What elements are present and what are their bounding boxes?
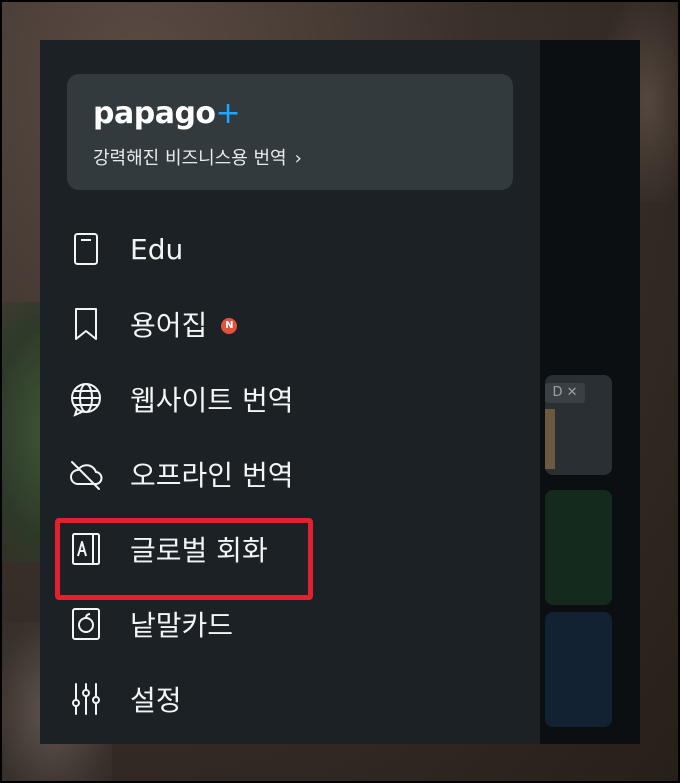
- content-card[interactable]: [545, 490, 612, 605]
- new-badge: N: [221, 318, 238, 334]
- menu-item-word-cards[interactable]: 낱말카드: [68, 600, 508, 648]
- menu-item-global-conversation[interactable]: 글로벌 회화: [68, 525, 508, 573]
- ad-thumbnail: [545, 409, 555, 469]
- menu-item-label: 설정: [130, 684, 182, 717]
- app-window: D ✕ papago+ 강력해진 비즈니스용 번역 › Edu 용어집 N 웹사…: [40, 40, 640, 744]
- content-card[interactable]: [545, 612, 612, 727]
- ad-label[interactable]: D ✕: [545, 383, 585, 403]
- sliders-icon: [68, 678, 110, 720]
- menu-item-label: Edu: [130, 232, 184, 266]
- chevron-right-icon: ›: [294, 148, 302, 169]
- globe-icon: [68, 378, 110, 420]
- menu-item-label: 오프라인 번역: [130, 459, 294, 492]
- word-card-icon: [68, 603, 110, 645]
- menu-item-edu[interactable]: Edu: [68, 225, 508, 273]
- cloud-off-icon: [68, 453, 110, 495]
- side-drawer: papago+ 강력해진 비즈니스용 번역 › Edu 용어집 N 웹사이트 번…: [40, 40, 540, 744]
- menu-item-label: 글로벌 회화: [130, 534, 268, 567]
- ad-card[interactable]: D ✕: [545, 375, 612, 475]
- menu-item-label: 용어집: [130, 309, 208, 342]
- tablet-icon: [68, 228, 110, 270]
- menu-item-settings[interactable]: 설정: [68, 675, 508, 723]
- menu-item-website-translation[interactable]: 웹사이트 번역: [68, 375, 508, 423]
- bookmark-icon: [68, 303, 110, 345]
- menu-item-label: 낱말카드: [130, 609, 234, 642]
- papago-plus-logo: papago+: [93, 96, 241, 131]
- menu-item-offline-translation[interactable]: 오프라인 번역: [68, 450, 508, 498]
- menu-item-glossary[interactable]: 용어집 N: [68, 300, 508, 348]
- menu-item-label: 웹사이트 번역: [130, 384, 294, 417]
- papago-plus-banner[interactable]: papago+ 강력해진 비즈니스용 번역 ›: [67, 74, 513, 190]
- promo-subtitle[interactable]: 강력해진 비즈니스용 번역 ›: [93, 144, 302, 170]
- conversation-book-icon: [68, 528, 110, 570]
